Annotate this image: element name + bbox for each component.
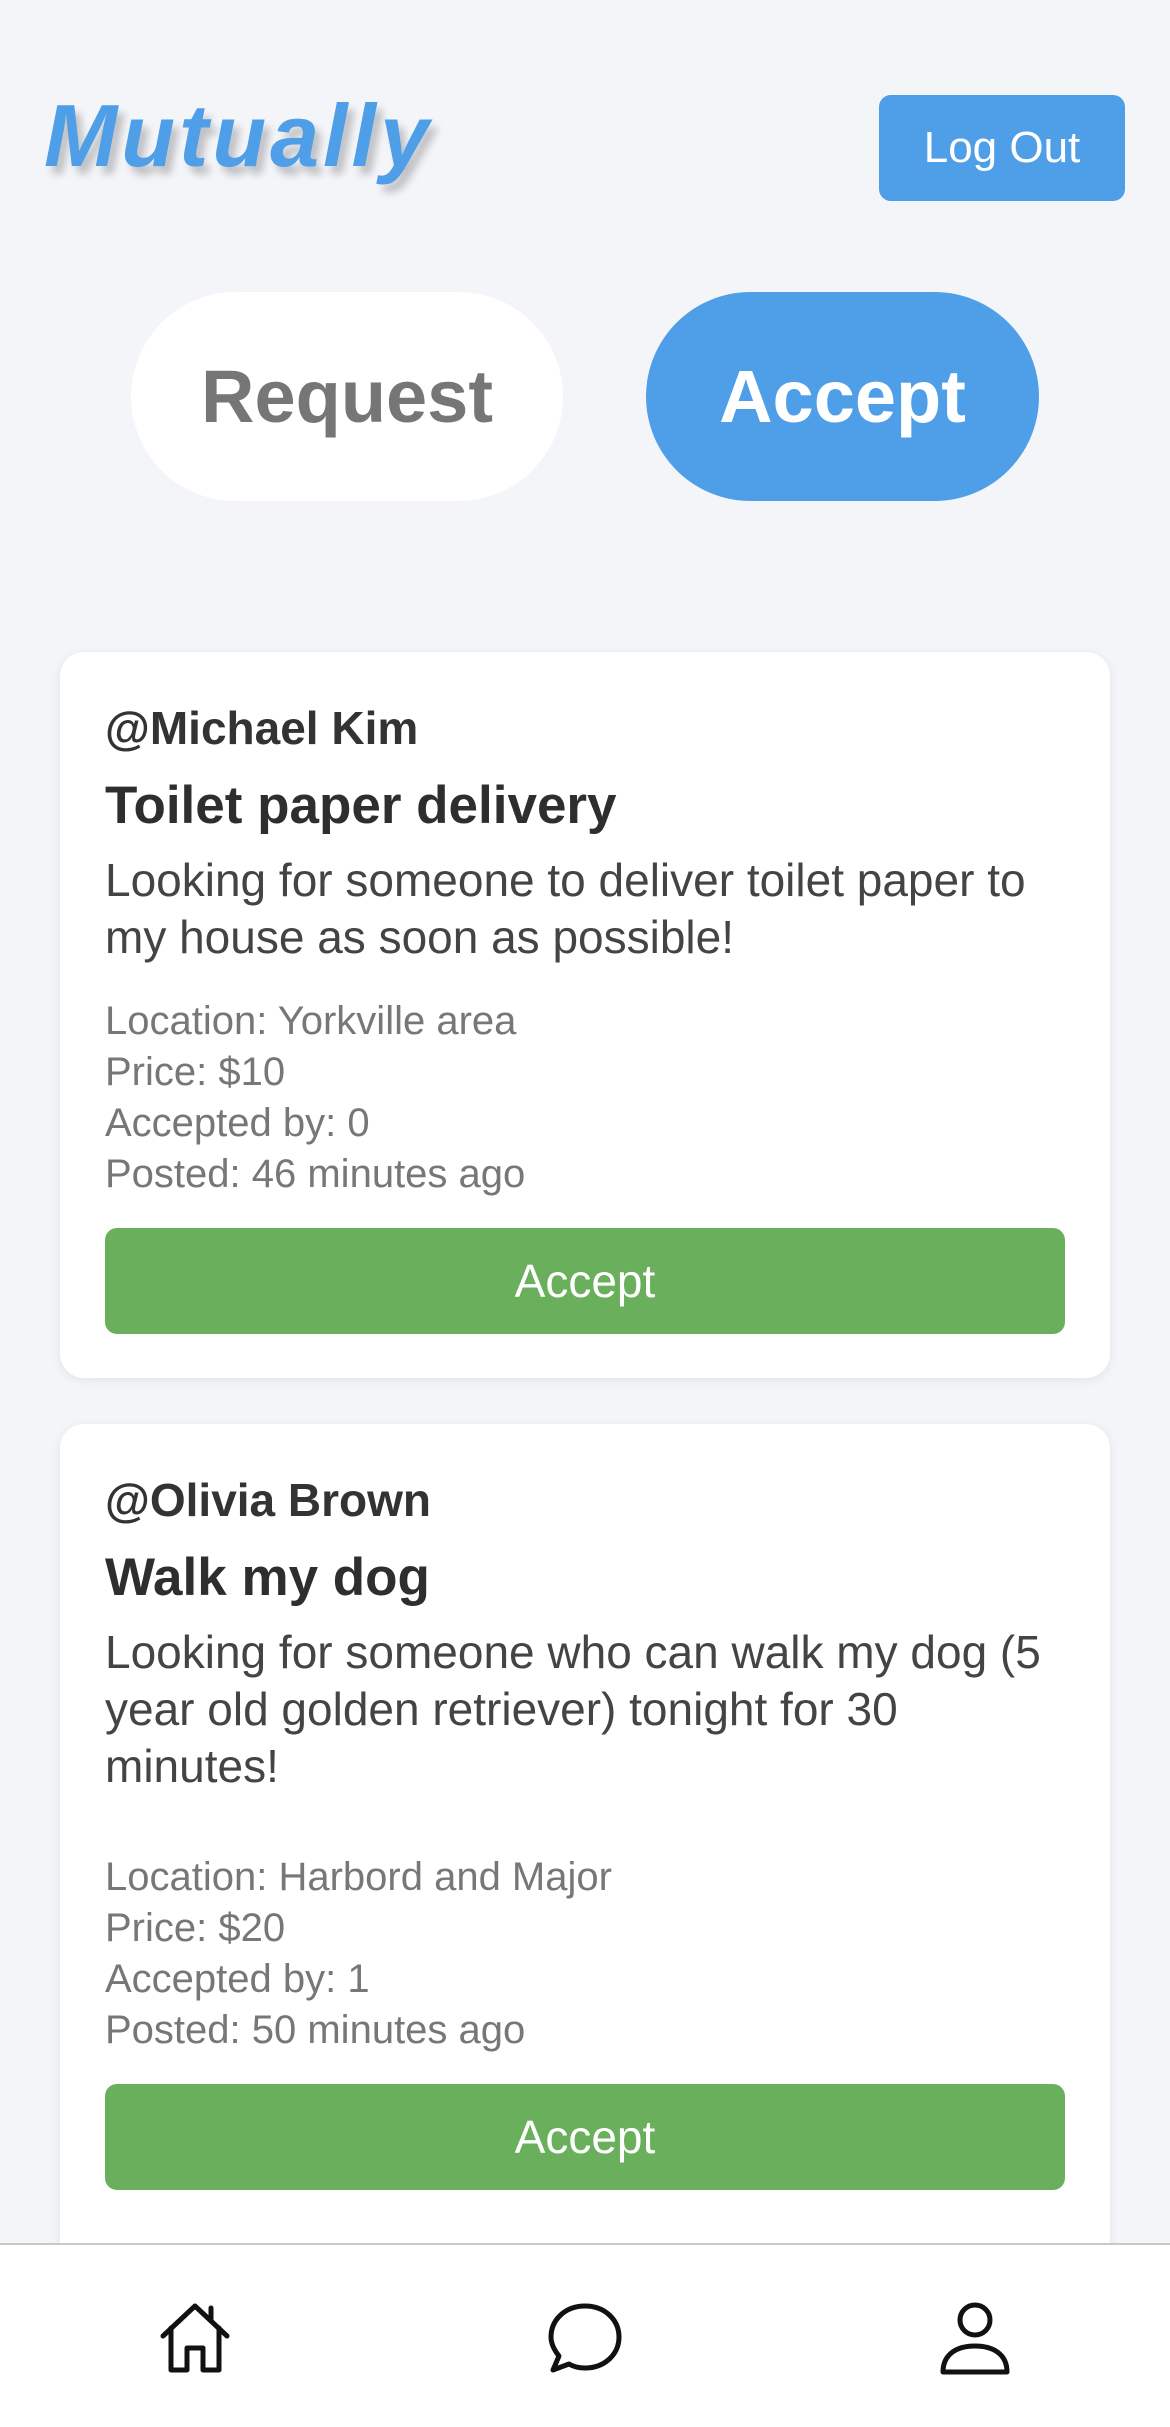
post-username: @Michael Kim bbox=[105, 702, 419, 754]
post-price: Price: $20 bbox=[105, 1906, 286, 1950]
post-accepted-count: Accepted by: 1 bbox=[105, 1957, 370, 2001]
post-title: Toilet paper delivery bbox=[105, 776, 617, 835]
chat-icon[interactable] bbox=[547, 2300, 623, 2376]
post-description: Looking for someone to deliver toilet pa… bbox=[105, 854, 1026, 963]
home-icon[interactable] bbox=[157, 2300, 233, 2376]
post-accepted-count: Accepted by: 0 bbox=[105, 1101, 370, 1145]
logout-button[interactable]: Log Out bbox=[879, 95, 1125, 201]
post-username: @Olivia Brown bbox=[105, 1474, 432, 1526]
post-location: Location: Harbord and Major bbox=[105, 1855, 612, 1899]
post-price: Price: $10 bbox=[105, 1050, 286, 1094]
post-time: Posted: 46 minutes ago bbox=[105, 1152, 526, 1196]
app-logo: Mutually bbox=[44, 86, 433, 185]
post-description: Looking for someone who can walk my dog … bbox=[105, 1626, 1041, 1792]
post-card: @Michael Kim Toilet paper delivery Looki… bbox=[60, 652, 1110, 1378]
post-time: Posted: 50 minutes ago bbox=[105, 2008, 526, 2052]
bottom-nav bbox=[0, 2243, 1170, 2427]
tab-accept[interactable]: Accept bbox=[646, 292, 1039, 501]
post-title: Walk my dog bbox=[105, 1548, 430, 1607]
accept-button[interactable]: Accept bbox=[105, 1228, 1065, 1334]
profile-icon[interactable] bbox=[937, 2300, 1013, 2376]
post-location: Location: Yorkville area bbox=[105, 999, 517, 1043]
accept-button[interactable]: Accept bbox=[105, 2084, 1065, 2190]
post-card: @Olivia Brown Walk my dog Looking for so… bbox=[60, 1424, 1110, 2264]
tab-request[interactable]: Request bbox=[131, 292, 563, 501]
